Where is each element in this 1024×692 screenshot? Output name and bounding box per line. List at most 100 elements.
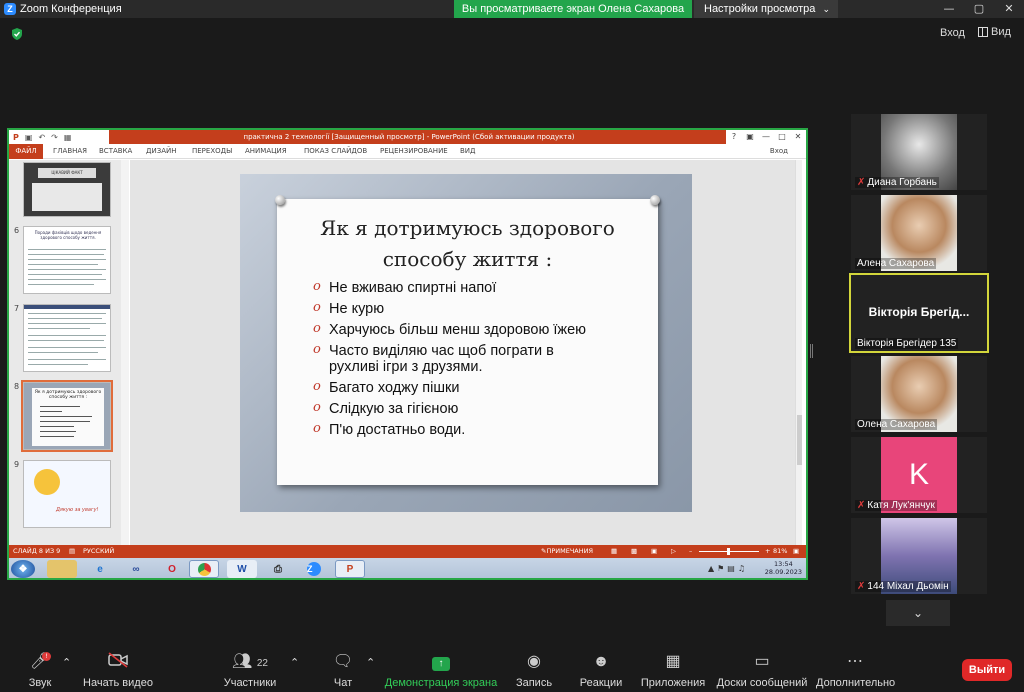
leave-meeting-button[interactable]: Выйти	[962, 659, 1012, 681]
reactions-button[interactable]: ☻ Реакции	[578, 652, 624, 689]
more-participants-button[interactable]: ⌄	[886, 600, 950, 626]
slide-heading-line1: Як я дотримуюсь здорового	[320, 216, 615, 240]
zoom-level[interactable]: 81%	[773, 545, 787, 558]
ppt-tab-home[interactable]: ГЛАВНАЯ	[53, 144, 87, 159]
participant-tile-active-speaker[interactable]: Вікторія Брегід... Вікторія Брегідер 135	[849, 273, 989, 353]
muted-mic-icon: ✗	[857, 500, 866, 511]
slide-thumbnail-6[interactable]: Поради фахівців щодо ведення здорового с…	[23, 226, 111, 294]
split-resize-handle[interactable]	[810, 344, 813, 358]
save-icon[interactable]: ▣	[25, 133, 33, 142]
slideshow-view-icon[interactable]: ▷	[671, 545, 676, 558]
more-button[interactable]: ⋯ Дополнительно	[816, 652, 895, 689]
chat-options-caret[interactable]: ⌃	[366, 656, 375, 669]
word-icon[interactable]: W	[227, 560, 257, 578]
slide-canvas: Як я дотримуюсь здорового способу життя …	[130, 160, 802, 545]
participant-name-tag: Алена Сахарова	[855, 258, 937, 269]
chat-button[interactable]: 🗨︎ Чат	[328, 652, 358, 689]
normal-view-icon[interactable]: ▦	[611, 545, 617, 558]
ppt-tab-transitions[interactable]: ПЕРЕХОДЫ	[192, 144, 232, 159]
apps-button[interactable]: ▦ Приложения	[640, 652, 706, 689]
ppt-tab-slideshow[interactable]: ПОКАЗ СЛАЙДОВ	[304, 144, 367, 159]
zoom-slider-thumb[interactable]	[727, 548, 730, 555]
share-screen-icon: ↑	[384, 652, 498, 672]
close-icon[interactable]: ✕	[790, 130, 806, 144]
whiteboards-button[interactable]: ▭ Доски сообщений	[716, 652, 808, 689]
zoom-out-icon[interactable]: –	[689, 545, 692, 558]
slide-thumbnail-5[interactable]: ЦІКАВИЙ ФАКТ	[23, 162, 111, 217]
fit-slide-icon[interactable]: ▣	[793, 545, 799, 558]
maximize-icon[interactable]: □	[774, 130, 790, 144]
sorter-view-icon[interactable]: ▩	[631, 545, 637, 558]
zoom-taskbar-icon[interactable]: Z	[299, 560, 329, 578]
app-infinity-icon[interactable]: ∞	[121, 560, 151, 578]
participant-tile[interactable]: Олена Сахарова	[851, 356, 987, 432]
participant-tile[interactable]: Алена Сахарова	[851, 195, 987, 271]
internet-explorer-icon[interactable]: e	[85, 560, 115, 578]
language-label[interactable]: РУССКИЙ	[83, 545, 114, 558]
zoom-in-icon[interactable]: +	[765, 545, 770, 558]
close-icon[interactable]: ✕	[994, 0, 1024, 18]
participant-tile[interactable]: K ✗ Катя Лук'янчук	[851, 437, 987, 513]
share-screen-button[interactable]: ↑ Демонстрация экрана	[384, 652, 498, 689]
present-icon[interactable]: ▦	[64, 133, 72, 142]
view-settings-dropdown[interactable]: Настройки просмотра ⌄	[694, 0, 838, 18]
ppt-tab-animation[interactable]: АНИМАЦИЯ	[245, 144, 287, 159]
participant-name: Вікторія Брегідер 135	[857, 338, 957, 349]
smiley-icon	[34, 469, 60, 495]
printer-icon[interactable]: ⎙	[263, 560, 293, 578]
window-controls: — ▢ ✕	[934, 0, 1024, 18]
ribbon-options-icon[interactable]: ▣	[742, 130, 758, 144]
ppt-logo-icon: P	[13, 132, 19, 142]
participant-name: 144 Міхал Дьомін	[867, 581, 949, 592]
slide-thumbnail-8[interactable]: Як я дотримуюсь здорового способу життя …	[21, 380, 113, 452]
participant-tile[interactable]: ✗ 144 Міхал Дьомін	[851, 518, 987, 594]
ppt-file-tab[interactable]: ФАЙЛ	[9, 144, 43, 159]
ppt-tab-view[interactable]: ВИД	[460, 144, 476, 159]
ppt-tab-review[interactable]: РЕЦЕНЗИРОВАНИЕ	[380, 144, 448, 159]
participant-tile[interactable]: ✗ Диана Горбань	[851, 114, 987, 190]
minimize-icon[interactable]: —	[934, 0, 964, 18]
thumb-number: 7	[14, 304, 20, 313]
ppt-tab-insert[interactable]: ВСТАВКА	[99, 144, 132, 159]
thumbnails-scrollbar[interactable]	[121, 160, 129, 545]
powerpoint-icon[interactable]: P	[335, 560, 365, 578]
audio-options-caret[interactable]: ⌃	[62, 656, 71, 669]
participants-button[interactable]: 👥︎ 22 Участники	[222, 652, 278, 689]
slide-thumbnail-7[interactable]	[23, 304, 111, 372]
security-shield-icon[interactable]	[10, 27, 24, 41]
chrome-icon[interactable]	[189, 560, 219, 578]
participants-options-caret[interactable]: ⌃	[290, 656, 299, 669]
chat-label: Чат	[333, 677, 353, 689]
file-explorer-icon[interactable]	[47, 560, 77, 578]
video-off-icon	[82, 652, 154, 672]
thumb-number: 8	[14, 382, 20, 391]
thumb-5-body	[32, 183, 102, 211]
notes-button[interactable]: ✎ ПРИМЕЧАНИЯ	[541, 545, 593, 558]
help-icon[interactable]: ?	[726, 130, 742, 144]
thumb-9-text: Дякую за увагу!	[56, 507, 99, 513]
ppt-ribbon: ФАЙЛ ГЛАВНАЯ ВСТАВКА ДИЗАЙН ПЕРЕХОДЫ АНИ…	[9, 144, 806, 159]
muted-mic-icon: ✗	[857, 177, 866, 188]
spellcheck-icon[interactable]: ▤	[69, 545, 75, 558]
opera-icon[interactable]: O	[157, 560, 187, 578]
redo-icon[interactable]: ↷	[51, 133, 58, 142]
mic-warning-badge: !	[42, 652, 51, 661]
minimize-icon[interactable]: —	[758, 130, 774, 144]
ppt-tab-design[interactable]: ДИЗАЙН	[146, 144, 176, 159]
slide-thumbnail-9[interactable]: Дякую за увагу!	[23, 460, 111, 528]
undo-icon[interactable]: ↶	[38, 133, 45, 142]
start-video-button[interactable]: Начать видео	[82, 652, 154, 689]
windows-start-icon[interactable]: ❖	[11, 560, 35, 578]
record-button[interactable]: ◉ Запись	[512, 652, 556, 689]
system-clock[interactable]: 13:54 28.09.2023	[765, 560, 802, 576]
maximize-icon[interactable]: ▢	[964, 0, 994, 18]
ppt-login-link[interactable]: Вход	[770, 144, 788, 159]
slide-scrollbar[interactable]	[795, 160, 802, 545]
exit-fullscreen-button[interactable]: Вход	[940, 27, 965, 39]
scrollbar-thumb[interactable]	[797, 415, 802, 465]
system-tray-icons[interactable]: ▲⚑▤♫	[708, 564, 748, 573]
slide-heading: Як я дотримуюсь здорового способу життя …	[277, 213, 658, 275]
reading-view-icon[interactable]: ▣	[651, 545, 657, 558]
view-button[interactable]: Вид	[978, 26, 1011, 38]
audio-button[interactable]: 🎤︎ Звук	[20, 652, 60, 689]
